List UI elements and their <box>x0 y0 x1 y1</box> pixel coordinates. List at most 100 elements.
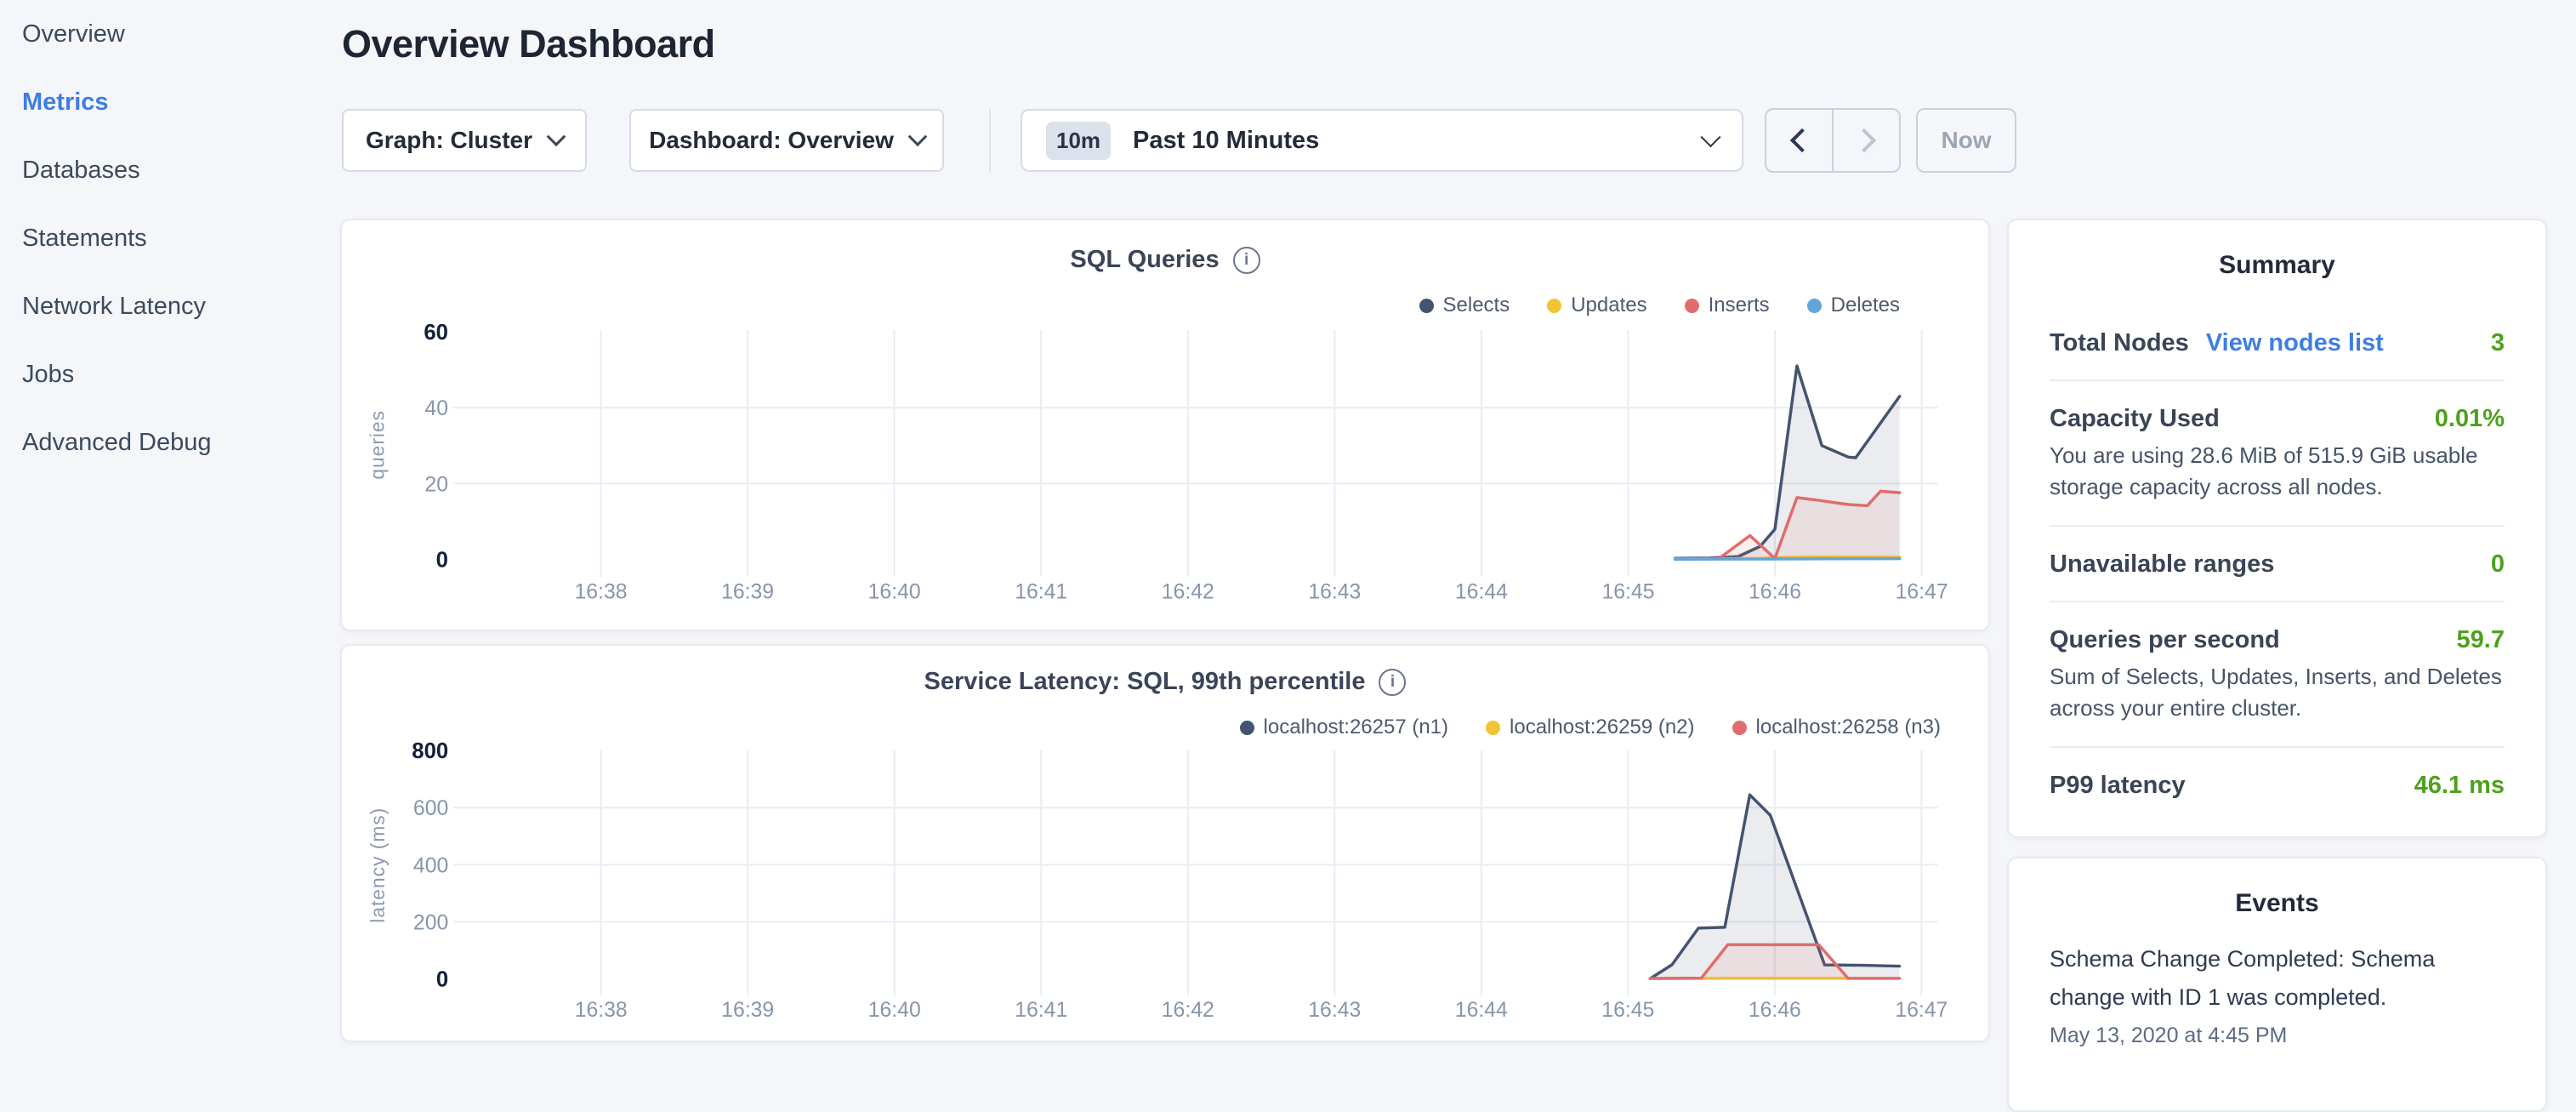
summary-row-label: Capacity Used <box>2050 405 2220 433</box>
svg-text:16:46: 16:46 <box>1749 999 1801 1022</box>
summary-row: P99 latency 46.1 ms <box>2050 746 2505 822</box>
summary-row-value: 59.7 <box>2457 626 2505 654</box>
time-forward-button[interactable] <box>1832 110 1899 171</box>
legend-label: Updates <box>1571 294 1646 317</box>
time-step-buttons <box>1765 108 1901 173</box>
sidebar-item-statements[interactable]: Statements <box>0 204 340 272</box>
legend-dot-icon <box>1240 721 1254 735</box>
legend-item[interactable]: localhost:26259 (n2) <box>1486 716 1694 739</box>
legend-item[interactable]: Inserts <box>1685 294 1770 317</box>
svg-text:200: 200 <box>413 911 448 934</box>
legend-label: localhost:26258 (n3) <box>1756 716 1941 739</box>
legend-label: localhost:26259 (n2) <box>1510 716 1694 739</box>
summary-row-note: Sum of Selects, Updates, Inserts, and De… <box>2050 661 2505 724</box>
svg-text:16:45: 16:45 <box>1601 999 1654 1022</box>
legend-dot-icon <box>1547 299 1561 313</box>
summary-row-value: 46.1 ms <box>2414 772 2505 800</box>
summary-panel: Summary Total NodesView nodes list3Capac… <box>2007 219 2547 838</box>
chart-header: SQL Queries i <box>342 246 1988 274</box>
legend-dot-icon <box>1807 299 1822 313</box>
sql-queries-chart-card: SQL Queries i Selects Updates Inserts Delet… <box>340 219 1990 631</box>
svg-text:latency (ms): latency (ms) <box>367 807 389 923</box>
chart-header: Service Latency: SQL, 99th percentile i <box>342 668 1988 696</box>
sidebar-item-jobs[interactable]: Jobs <box>0 340 340 408</box>
svg-text:60: 60 <box>424 321 448 345</box>
graph-dropdown-label: Graph: Cluster <box>366 127 532 154</box>
info-icon[interactable]: i <box>1233 247 1260 274</box>
summary-row: Capacity Used0.01%You are using 28.6 MiB… <box>2050 379 2505 525</box>
legend-item[interactable]: localhost:26258 (n3) <box>1732 716 1941 739</box>
info-icon[interactable]: i <box>1379 669 1406 696</box>
sidebar-item-advanced-debug[interactable]: Advanced Debug <box>0 408 340 476</box>
summary-row: Queries per second 59.7 Sum of Selects, Up… <box>2050 601 2505 746</box>
svg-text:800: 800 <box>412 739 448 763</box>
chevron-left-icon <box>1789 128 1813 152</box>
summary-row-label: P99 latency <box>2050 772 2186 800</box>
legend-dot-icon <box>1732 721 1747 735</box>
time-range-dropdown[interactable]: 10m Past 10 Minutes <box>1021 109 1743 172</box>
chart-title: Service Latency: SQL, 99th percentile <box>924 668 1366 696</box>
summary-row-label: Unavailable ranges <box>2050 550 2274 579</box>
time-back-button[interactable] <box>1766 110 1832 171</box>
svg-text:16:41: 16:41 <box>1015 580 1067 603</box>
svg-text:16:44: 16:44 <box>1455 999 1508 1022</box>
chevron-right-icon <box>1851 128 1875 152</box>
time-range-label: Past 10 Minutes <box>1133 127 1319 155</box>
sidebar-item-network-latency[interactable]: Network Latency <box>0 272 340 340</box>
chart-plot: 16:3816:3916:4016:4116:4216:4316:4416:45… <box>342 220 1988 630</box>
svg-text:400: 400 <box>413 854 448 877</box>
svg-text:16:39: 16:39 <box>721 999 774 1022</box>
svg-text:0: 0 <box>436 549 448 573</box>
legend-item[interactable]: Updates <box>1547 294 1646 317</box>
svg-text:16:40: 16:40 <box>868 999 921 1022</box>
events-title: Events <box>2050 858 2505 918</box>
svg-text:16:38: 16:38 <box>575 580 628 603</box>
now-button[interactable]: Now <box>1916 108 2016 173</box>
summary-row-label: Total Nodes <box>2050 329 2189 357</box>
svg-text:0: 0 <box>436 968 448 992</box>
events-panel: Events Schema Change Completed: Schema c… <box>2007 857 2547 1112</box>
page-title: Overview Dashboard <box>342 22 715 66</box>
legend-item[interactable]: localhost:26257 (n1) <box>1240 716 1448 739</box>
controls-divider <box>989 109 991 172</box>
svg-text:16:46: 16:46 <box>1749 580 1801 603</box>
legend-label: Inserts <box>1709 294 1770 317</box>
sidebar-item-metrics[interactable]: Metrics <box>0 68 340 136</box>
svg-text:16:45: 16:45 <box>1601 580 1654 603</box>
svg-text:20: 20 <box>424 473 448 496</box>
svg-text:16:47: 16:47 <box>1895 999 1948 1022</box>
legend-dot-icon <box>1419 299 1434 313</box>
summary-title: Summary <box>2050 220 2505 280</box>
legend-item[interactable]: Deletes <box>1807 294 1900 317</box>
service-latency-chart-card: Service Latency: SQL, 99th percentile i … <box>340 644 1990 1042</box>
svg-text:16:40: 16:40 <box>868 580 921 603</box>
svg-text:16:43: 16:43 <box>1308 580 1361 603</box>
chevron-down-icon <box>1700 127 1720 147</box>
svg-text:16:39: 16:39 <box>721 580 774 603</box>
time-range-badge: 10m <box>1046 122 1111 160</box>
summary-row: Total NodesView nodes list3 <box>2050 305 2505 379</box>
chart-legend: localhost:26257 (n1) localhost:26259 (n2)… <box>1240 716 1941 739</box>
legend-dot-icon <box>1685 299 1699 313</box>
view-nodes-list-link[interactable]: View nodes list <box>2206 329 2384 357</box>
sidebar-item-databases[interactable]: Databases <box>0 136 340 204</box>
summary-row-value: 0.01% <box>2435 405 2505 433</box>
summary-row-label: Queries per second <box>2050 626 2280 654</box>
chart-plot: 16:3816:3916:4016:4116:4216:4316:4416:45… <box>342 646 1988 1041</box>
svg-text:16:42: 16:42 <box>1162 999 1214 1022</box>
legend-label: localhost:26257 (n1) <box>1264 716 1448 739</box>
graph-dropdown[interactable]: Graph: Cluster <box>342 109 587 172</box>
summary-row: Unavailable ranges0 <box>2050 525 2505 601</box>
svg-text:16:41: 16:41 <box>1015 999 1067 1022</box>
chart-title: SQL Queries <box>1070 246 1219 274</box>
legend-item[interactable]: Selects <box>1419 294 1510 317</box>
svg-text:16:42: 16:42 <box>1162 580 1214 603</box>
dashboard-dropdown-label: Dashboard: Overview <box>649 127 894 154</box>
svg-text:600: 600 <box>413 797 448 820</box>
sidebar-item-overview[interactable]: Overview <box>0 0 340 68</box>
legend-label: Selects <box>1443 294 1510 317</box>
dashboard-dropdown[interactable]: Dashboard: Overview <box>629 109 944 172</box>
chevron-down-icon <box>908 127 928 146</box>
sidebar: OverviewMetricsDatabasesStatementsNetwor… <box>0 0 340 476</box>
legend-dot-icon <box>1486 721 1500 735</box>
